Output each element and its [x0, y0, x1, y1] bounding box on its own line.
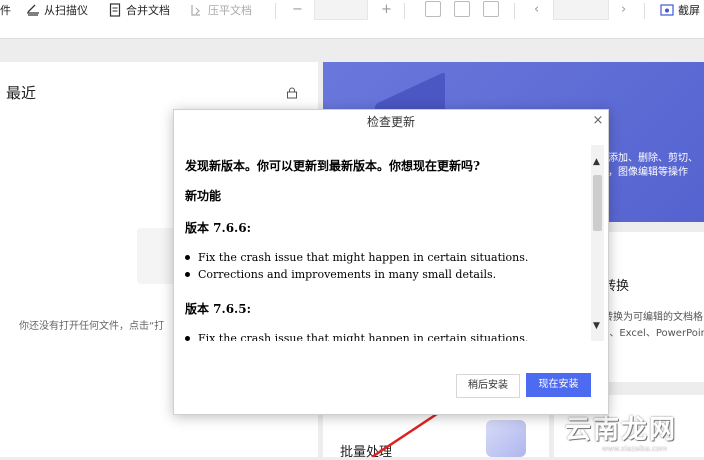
toolbar-divider	[275, 3, 276, 19]
release-note-text: Fix the crash issue that might happen in…	[198, 251, 529, 264]
screenshot-icon	[660, 3, 674, 17]
next-page-button[interactable]: ›	[621, 0, 626, 20]
install-now-button[interactable]: 现在安装	[526, 373, 591, 397]
bullet-icon	[185, 254, 190, 260]
flatten-document-icon	[190, 3, 204, 17]
version-label: 版本 7.6.6:	[185, 221, 252, 235]
install-later-button[interactable]: 稍后安装	[456, 374, 520, 398]
scroll-up-icon[interactable]: ▲	[593, 157, 600, 167]
toolbar-merge-button[interactable]: 合并文档	[108, 0, 170, 20]
close-icon[interactable]: ×	[591, 114, 605, 128]
toolbar-divider	[644, 3, 645, 19]
toolbar-flatten-button[interactable]: 压平文档	[190, 0, 252, 20]
release-note-item: Fix the crash issue that might happen in…	[185, 251, 528, 264]
batch-illustration-icon	[486, 420, 526, 457]
bullet-icon	[185, 335, 190, 341]
release-note-item: Fix the crash issue that might happen in…	[185, 332, 528, 341]
release-note-text: Corrections and improvements in many sma…	[198, 268, 497, 281]
batch-title: 批量处理	[340, 445, 393, 460]
watermark-url: www.xiazaiba.com	[602, 445, 667, 453]
scanner-icon	[26, 3, 40, 17]
dialog-title: 检查更新	[366, 115, 415, 129]
rotate-icon[interactable]	[483, 1, 499, 17]
toolbar-divider	[404, 3, 405, 19]
lock-icon[interactable]	[286, 84, 298, 103]
toolbar-screenshot-button[interactable]: 截屏	[660, 0, 700, 20]
convert-desc-line1: 转换为可编辑的文档格	[603, 312, 703, 323]
empty-hint: 你还没有打开任何文件，点击“打	[19, 321, 165, 332]
feature-card-line1: 行添加、删除、剪切、	[598, 153, 698, 164]
update-dialog: 检查更新 × 发现新版本。你可以更新到最新版本。你想现在更新吗? 新功能 版本 …	[173, 109, 609, 415]
toolbar-file-label: 件	[0, 4, 11, 17]
toolbar-divider	[514, 3, 515, 19]
scrollbar[interactable]: ▲ ▼	[591, 145, 604, 341]
feature-card-line2: 辑，图像编辑等操作	[598, 167, 688, 178]
scroll-down-icon[interactable]: ▼	[593, 321, 600, 331]
fit-page-icon[interactable]	[454, 1, 470, 17]
toolbar-flatten-label: 压平文档	[208, 4, 252, 17]
zoom-in-button[interactable]: +	[381, 0, 392, 20]
bullet-icon	[185, 271, 190, 277]
release-notes-pane[interactable]: 发现新版本。你可以更新到最新版本。你想现在更新吗? 新功能 版本 7.6.6: …	[179, 145, 604, 341]
toolbar-scanner-label: 从扫描仪	[44, 4, 88, 17]
page-number-field[interactable]	[553, 0, 609, 20]
zoom-out-button[interactable]: −	[292, 0, 303, 20]
toolbar-scanner-button[interactable]: 从扫描仪	[26, 0, 88, 20]
merge-document-icon	[108, 3, 122, 17]
prev-page-button[interactable]: ‹	[534, 0, 539, 20]
zoom-level-field[interactable]	[314, 0, 368, 20]
toolbar-screenshot-label: 截屏	[678, 4, 700, 17]
fit-width-icon[interactable]	[425, 1, 441, 17]
recent-title: 最近	[6, 84, 37, 102]
version-label: 版本 7.6.5:	[185, 302, 252, 316]
toolbar-merge-label: 合并文档	[126, 4, 170, 17]
scrollbar-thumb[interactable]	[593, 175, 602, 231]
toolbar-file-item[interactable]: 件	[0, 0, 11, 20]
new-features-heading: 新功能	[185, 189, 222, 203]
release-note-text: Fix the crash issue that might happen in…	[198, 332, 529, 341]
release-note-item: Corrections and improvements in many sma…	[185, 268, 496, 281]
convert-desc-line2: d、Excel、PowerPoin	[603, 328, 704, 339]
toolbar: 件 从扫描仪 合并文档 压平文档 − + ‹ › 截屏	[0, 0, 704, 39]
update-prompt: 发现新版本。你可以更新到最新版本。你想现在更新吗?	[185, 159, 481, 173]
